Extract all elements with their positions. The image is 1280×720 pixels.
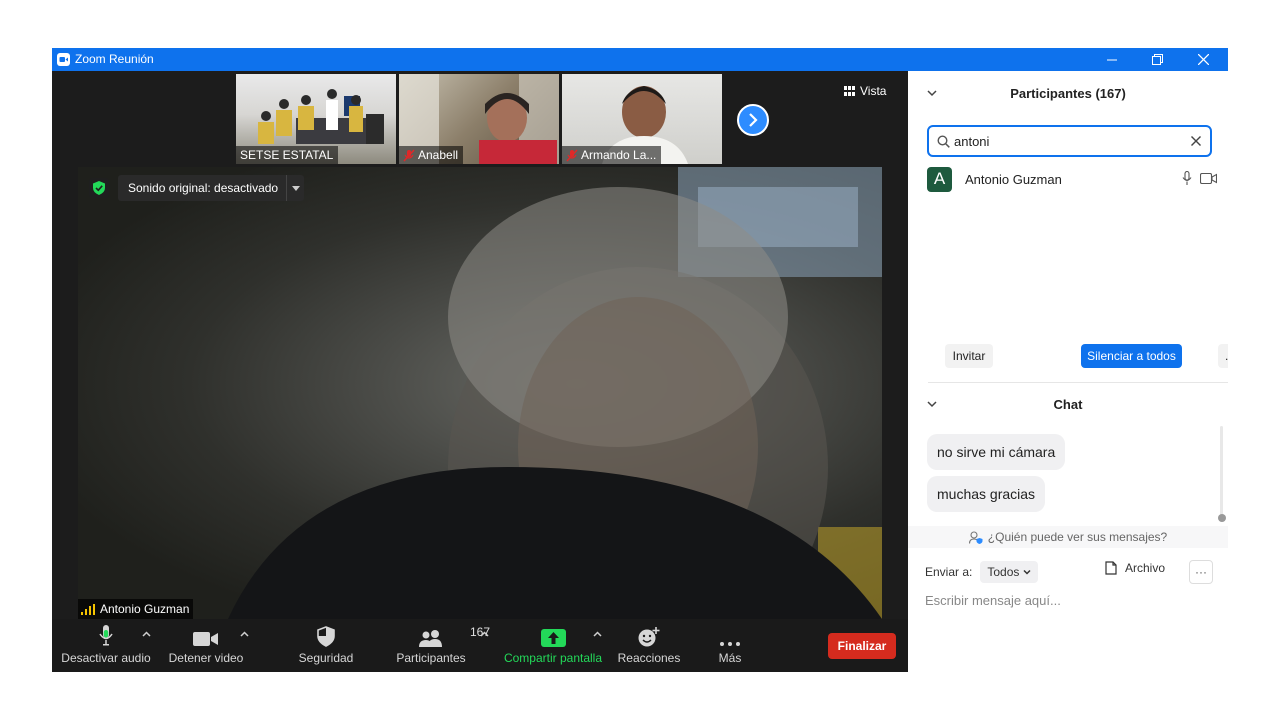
avatar: A	[927, 166, 952, 192]
share-screen-icon	[540, 629, 566, 647]
minimize-icon	[1107, 59, 1117, 60]
mute-all-button[interactable]: Silenciar a todos	[1081, 344, 1182, 368]
zoom-window: Zoom Reunión SETSE ESTATAL Anabell Arman…	[52, 48, 1228, 672]
chevron-down-icon[interactable]	[926, 87, 938, 99]
caret-up-icon	[142, 631, 151, 637]
caret-up-icon	[480, 631, 489, 637]
active-speaker-video	[78, 167, 882, 619]
shield-icon	[317, 626, 335, 647]
end-meeting-button[interactable]: Finalizar	[828, 633, 896, 659]
restore-icon	[1151, 54, 1163, 65]
mute-audio-button[interactable]: Desactivar audio	[61, 619, 151, 672]
sound-options-dropdown[interactable]	[286, 175, 304, 201]
participants-more-button[interactable]: ...	[1218, 344, 1228, 368]
view-button[interactable]: Vista	[844, 81, 886, 101]
minimize-button[interactable]	[1090, 48, 1134, 71]
participant-search[interactable]	[927, 125, 1212, 157]
right-sidebar: Participantes (167) A Antonio Guzman Inv…	[908, 71, 1228, 672]
participant-name: Antonio Guzman	[965, 171, 1062, 187]
send-to-label: Enviar a:	[925, 565, 973, 579]
thumbnail-video[interactable]: Anabell	[399, 74, 559, 164]
caret-up-icon	[593, 631, 602, 637]
participants-options-caret[interactable]	[480, 629, 489, 640]
participant-row[interactable]: A Antonio Guzman	[927, 165, 1217, 193]
security-button[interactable]: Seguridad	[288, 619, 364, 672]
file-icon	[1105, 561, 1117, 575]
more-button[interactable]: Más	[708, 619, 752, 672]
chat-panel-header: Chat	[908, 382, 1228, 426]
meeting-toolbar: Desactivar audio Detener video Seguridad…	[52, 619, 908, 672]
thumbnail-video[interactable]: Armando La...	[562, 74, 722, 164]
speaker-video-image	[228, 167, 882, 619]
stop-video-button[interactable]: Detener video	[164, 619, 248, 672]
thumbnail-name-label: Armando La...	[562, 146, 662, 164]
mic-muted-icon	[403, 148, 415, 162]
participant-search-input[interactable]	[954, 133, 1174, 149]
more-dots-icon	[720, 642, 740, 646]
window-title: Zoom Reunión	[75, 52, 154, 66]
caret-down-icon	[291, 185, 300, 191]
restore-button[interactable]	[1135, 48, 1179, 71]
search-icon	[937, 134, 950, 148]
participants-icon	[419, 630, 442, 647]
chat-message-input[interactable]	[925, 589, 1215, 611]
reactions-button[interactable]: Reacciones	[616, 619, 682, 672]
next-thumbnails-button[interactable]	[737, 104, 769, 136]
caret-up-icon	[240, 631, 249, 637]
chat-message: muchas gracias	[927, 476, 1046, 512]
chat-scrollbar[interactable]	[1220, 426, 1223, 522]
chevron-down-icon[interactable]	[926, 398, 938, 410]
thumbnail-name-label: Anabell	[399, 146, 464, 164]
original-sound-toggle[interactable]: Sonido original: desactivado	[118, 175, 305, 201]
chat-message: no sirve mi cámara	[927, 434, 1066, 470]
shield-icon	[89, 178, 109, 198]
video-camera-icon[interactable]	[1200, 173, 1217, 184]
invite-button[interactable]: Invitar	[945, 344, 993, 368]
audio-options-caret[interactable]	[142, 629, 151, 640]
title-bar: Zoom Reunión	[52, 48, 1228, 71]
share-options-caret[interactable]	[593, 629, 602, 640]
send-to-row: Enviar a: Todos Archivo ···	[925, 560, 1215, 584]
participants-panel-header: Participantes (167)	[908, 71, 1228, 115]
share-screen-button[interactable]: Compartir pantalla	[500, 619, 606, 672]
thumbnail-video[interactable]: SETSE ESTATAL	[236, 74, 396, 164]
close-window-button[interactable]	[1181, 48, 1225, 71]
chat-more-button[interactable]: ···	[1189, 560, 1213, 584]
person-shield-icon	[968, 530, 983, 544]
who-can-see-messages-link[interactable]: ¿Quién puede ver sus mensajes?	[908, 526, 1228, 548]
grid-view-icon	[844, 86, 855, 96]
video-options-caret[interactable]	[240, 629, 249, 640]
microphone-icon	[99, 625, 113, 646]
send-to-dropdown[interactable]: Todos	[980, 561, 1039, 583]
chat-panel-title: Chat	[1053, 396, 1083, 412]
smiley-plus-icon	[638, 627, 660, 647]
participants-button[interactable]: 167 Participantes	[390, 619, 490, 672]
video-camera-icon	[193, 632, 218, 646]
thumbnail-name-label: SETSE ESTATAL	[236, 146, 339, 164]
signal-strength-icon	[81, 603, 95, 615]
close-icon	[1197, 54, 1209, 65]
chat-scrollbar-thumb[interactable]	[1218, 514, 1226, 522]
mic-muted-icon	[566, 148, 578, 162]
file-button[interactable]: Archivo	[1105, 561, 1165, 575]
chevron-down-icon	[1023, 569, 1031, 575]
zoom-app-icon	[57, 53, 70, 66]
clear-search-icon[interactable]	[1190, 135, 1202, 147]
participants-panel-title: Participantes (167)	[1010, 85, 1126, 101]
chevron-right-icon	[749, 113, 758, 127]
speaker-name-label: Antonio Guzman	[78, 599, 194, 619]
microphone-icon[interactable]	[1182, 171, 1192, 186]
video-area: SETSE ESTATAL Anabell Armando La... Vist…	[52, 71, 908, 619]
